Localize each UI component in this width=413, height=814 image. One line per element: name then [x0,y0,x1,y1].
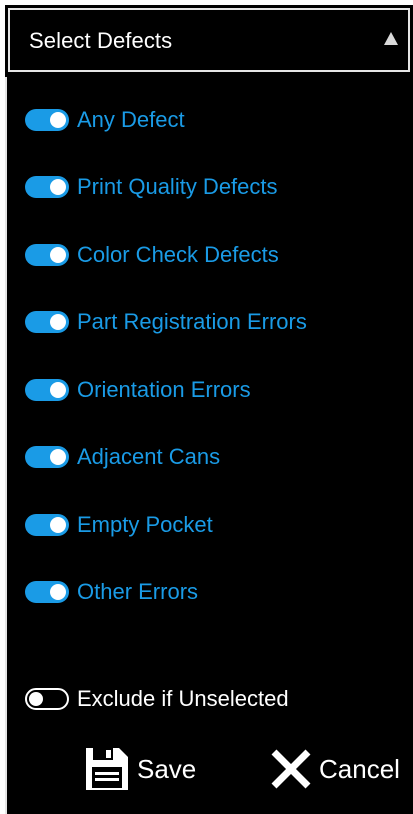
toggle-switch[interactable] [25,109,69,131]
defect-option-label: Part Registration Errors [77,309,307,334]
toggle-switch[interactable] [25,688,69,710]
defect-option-orientation[interactable]: Orientation Errors [25,375,251,405]
save-button[interactable]: Save [83,744,196,794]
select-defects-panel: Select Defects Any Defect Print Quality … [5,5,413,814]
x-close-icon [271,749,311,789]
toggle-knob [50,112,66,128]
defect-option-label: Empty Pocket [77,512,213,537]
floppy-disk-icon [86,748,128,790]
dropdown-title: Select Defects [29,28,173,53]
toggle-knob [50,449,66,465]
defect-option-empty-pocket[interactable]: Empty Pocket [25,510,213,540]
cancel-button-label: Cancel [319,753,400,784]
defect-option-label: Color Check Defects [77,242,279,267]
defect-option-label: Print Quality Defects [77,174,278,199]
toggle-knob [50,584,66,600]
defect-option-label: Other Errors [77,579,199,604]
defect-options-list: Any Defect Print Quality Defects Color C… [5,77,413,814]
exclude-if-unselected-option[interactable]: Exclude if Unselected [25,684,289,714]
defect-option-other-errors[interactable]: Other Errors [25,577,198,607]
toggle-switch[interactable] [25,581,69,603]
toggle-knob [50,517,66,533]
toggle-switch[interactable] [25,514,69,536]
triangle-up-icon[interactable] [384,32,398,45]
defect-option-color-check[interactable]: Color Check Defects [25,240,279,270]
toggle-switch[interactable] [25,244,69,266]
cancel-button[interactable]: Cancel [269,744,400,794]
toggle-knob [50,382,66,398]
defect-option-label: Any Defect [77,107,185,132]
defect-option-adjacent-cans[interactable]: Adjacent Cans [25,442,220,472]
toggle-knob [50,179,66,195]
toggle-knob [50,314,66,330]
save-button-label: Save [137,753,197,784]
select-defects-dropdown-header[interactable]: Select Defects [8,8,410,72]
toggle-switch[interactable] [25,176,69,198]
defect-option-label: Orientation Errors [77,377,251,402]
toggle-switch[interactable] [25,446,69,468]
toggle-knob [50,247,66,263]
exclude-option-label: Exclude if Unselected [77,686,289,711]
toggle-switch[interactable] [25,311,69,333]
defect-option-any-defect[interactable]: Any Defect [25,105,185,135]
toggle-knob [29,692,43,706]
toggle-switch[interactable] [25,379,69,401]
defect-option-print-quality[interactable]: Print Quality Defects [25,172,278,202]
defect-option-part-registration[interactable]: Part Registration Errors [25,307,307,337]
defect-option-label: Adjacent Cans [77,444,221,469]
